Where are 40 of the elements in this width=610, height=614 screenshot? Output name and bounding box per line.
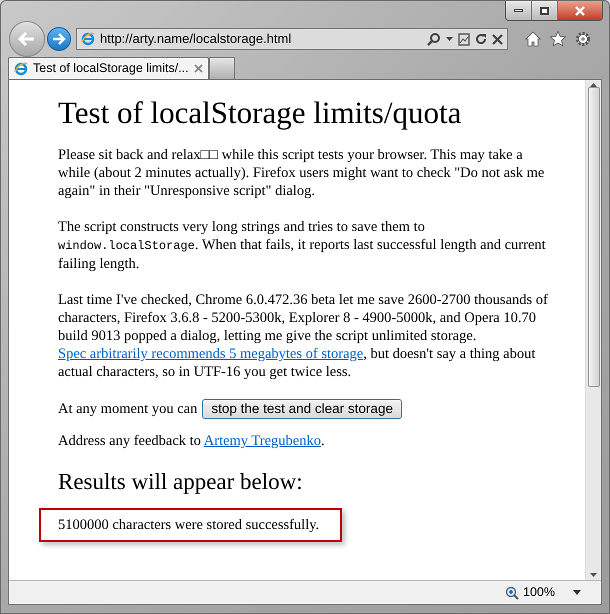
dropdown-caret-icon [446, 37, 453, 41]
close-button[interactable] [558, 1, 602, 20]
forward-button[interactable] [47, 27, 71, 51]
maximize-button[interactable] [532, 1, 558, 20]
refresh-icon [475, 33, 487, 45]
results-heading: Results will appear below: [58, 468, 304, 496]
page-heading: Test of localStorage limits/quota [58, 94, 462, 132]
minimize-button[interactable] [506, 1, 532, 20]
address-bar[interactable]: http://arty.name/localstorage.html [76, 28, 508, 50]
scroll-down-arrow-icon[interactable] [590, 573, 597, 577]
browser-tab[interactable]: Test of localStorage limits/... [8, 57, 209, 79]
paragraph: Please sit back and relax□□ while this script tests your browser. This may take a while (about 2 minutes actually). Firefox users might want to check "Do not ask me again" in their "Unresponsive script" dialog. [58, 146, 546, 200]
star-icon [550, 31, 566, 47]
browser-logo-icon [81, 32, 95, 46]
scrollbar[interactable] [585, 80, 601, 580]
close-icon [575, 6, 585, 16]
home-icon [525, 31, 541, 47]
back-arrow-icon [18, 31, 36, 47]
dropdown-caret-icon [573, 590, 581, 595]
action-text: At any moment you can [58, 400, 198, 418]
search-icon [427, 32, 441, 46]
stop-test-button[interactable]: stop the test and clear storage [202, 399, 402, 419]
zoom-level[interactable]: 100% [523, 583, 555, 602]
address-text: http://arty.name/localstorage.html [100, 30, 292, 48]
settings-icon [575, 31, 591, 47]
new-tab-button[interactable] [209, 57, 235, 79]
forward-arrow-icon [52, 33, 66, 45]
browser-logo-icon [14, 62, 28, 76]
tab-title: Test of localStorage limits/... [33, 60, 189, 78]
paragraph: The script constructs very long strings and tries to save them to window.localStorage. When that fails, it reports last successful length and current failing length. [58, 218, 547, 273]
paragraph: Last time I've checked, Chrome 6.0.472.36 beta let me save 2600-2700 thousands of characters, Firefox 3.6.8 - 5200-5300k, Explorer 8 - 4900-5000k, and Opera 10.70 build 9013 popped a dialog, letting me give the script unlimited storage. Spec arbitrarily recommends 5 megabytes of storage, but doesn't say a thing about actual characters, so in UTF-16 you get twice less. [58, 291, 549, 381]
scroll-up-arrow-icon[interactable] [590, 83, 597, 87]
result-message: 5100000 characters were stored successfully. [39, 508, 342, 542]
paragraph: Address any feedback to Artemy Tregubenko. [58, 432, 326, 450]
close-icon [492, 34, 503, 44]
zoom-icon [505, 586, 520, 600]
text-link[interactable]: Artemy Tregubenko [204, 433, 321, 449]
back-button[interactable] [9, 21, 45, 57]
text-link[interactable]: Spec arbitrarily recommends 5 megabytes of storage [58, 346, 364, 362]
close-icon [194, 64, 203, 73]
